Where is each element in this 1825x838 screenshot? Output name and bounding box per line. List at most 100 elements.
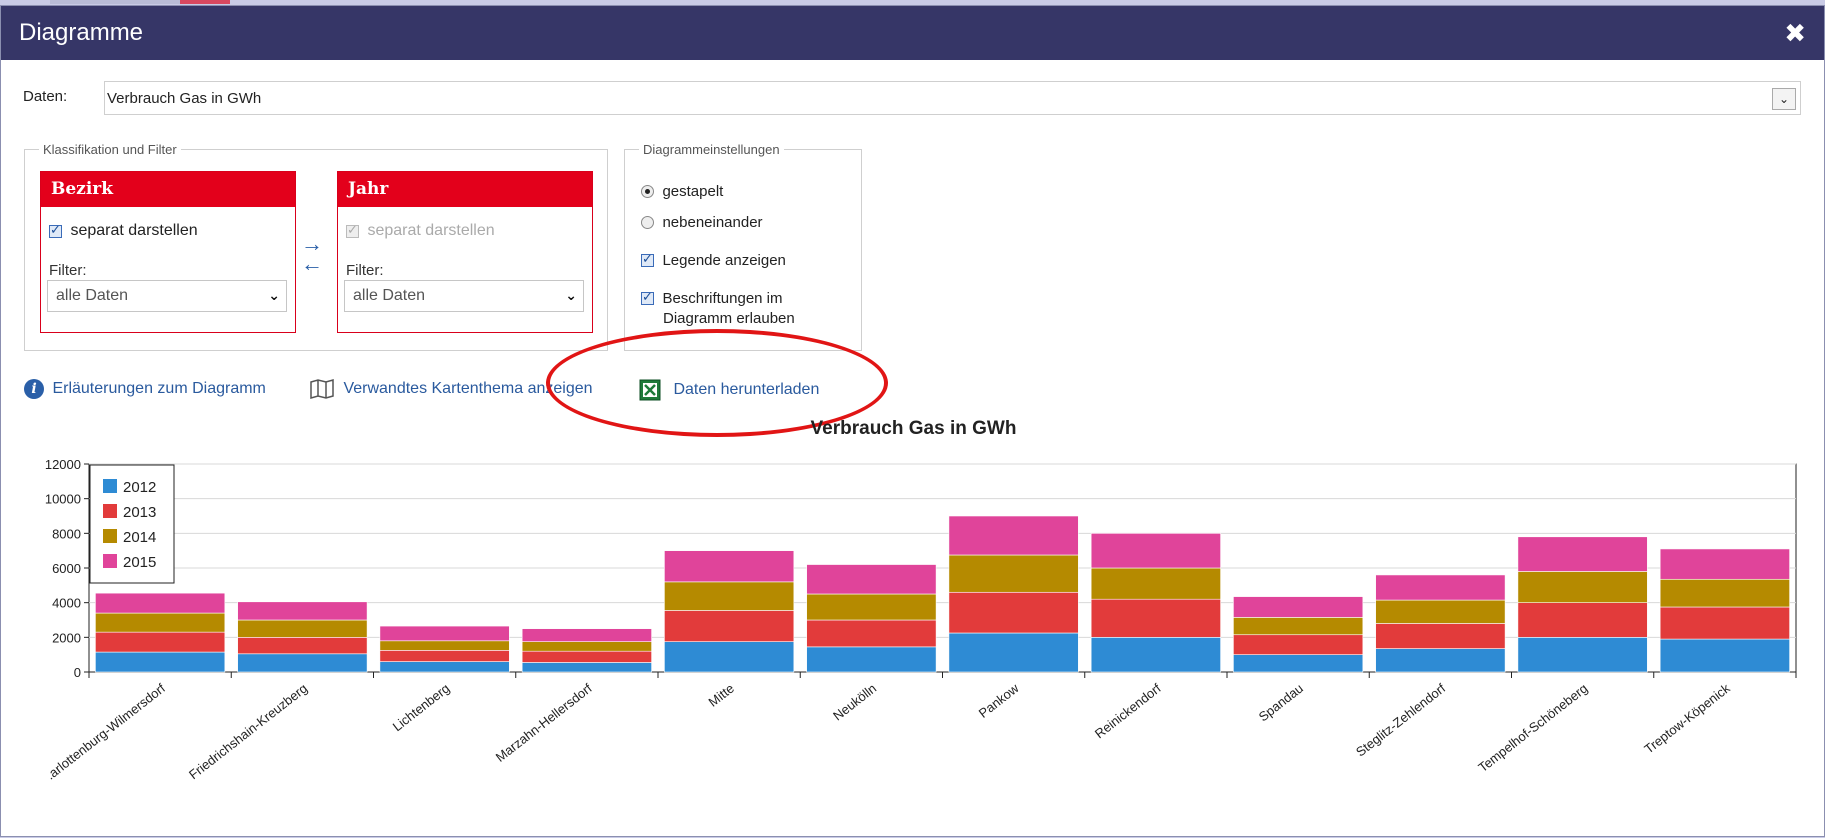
jahr-filter-select[interactable]: alle Daten ⌄: [344, 280, 584, 312]
jahr-filter-value: alle Daten: [353, 287, 426, 304]
bar-segment-2014: [1233, 617, 1364, 636]
bezirk-separat-label: separat darstellen: [70, 222, 198, 239]
bezirk-filter-value: alle Daten: [56, 287, 129, 304]
map-icon: [310, 379, 334, 399]
bar-segment-2012: [1517, 637, 1648, 673]
bar-segment-2015: [806, 564, 937, 595]
bar-segment-2014: [1517, 571, 1648, 603]
bar-segment-2015: [237, 601, 368, 621]
beschriftungen-checkbox[interactable]: [641, 289, 654, 306]
bar-segment-2012: [948, 632, 1079, 673]
jahr-separat-label: separat darstellen: [367, 222, 495, 239]
x-tick-label: Mitte: [706, 681, 737, 710]
bar-segment-2014: [664, 581, 795, 611]
option-beschriftungen[interactable]: Beschriftungen im: [641, 289, 783, 308]
legend-swatch-2012: [103, 479, 117, 493]
bar-segment-2013: [379, 650, 510, 662]
bar-segment-2015: [1659, 548, 1790, 580]
dialog-title: Diagramme: [19, 19, 144, 46]
bar-segment-2012: [664, 641, 795, 673]
x-tick-label: Treptow-Köpenick: [1641, 680, 1733, 756]
daten-value: Verbrauch Gas in GWh: [107, 90, 262, 107]
bar-segment-2013: [1090, 598, 1221, 638]
gestapelt-radio[interactable]: [641, 185, 654, 199]
bar-segment-2015: [1233, 596, 1364, 618]
legende-label: Legende anzeigen: [662, 252, 786, 270]
y-tick-label: 2000: [52, 630, 81, 645]
bar-segment-2012: [1375, 648, 1506, 673]
bar-segment-2014: [806, 593, 937, 621]
legend-box: [89, 464, 175, 584]
diagrammeinstellungen-legend: Diagrammeinstellungen: [643, 142, 780, 157]
y-tick-label: 4000: [52, 596, 81, 611]
jahr-panel: Jahr separat darstellen Filter: alle Dat…: [337, 171, 593, 333]
y-tick-label: 10000: [45, 492, 81, 507]
x-tick-label: Marzahn-Hellersdorf: [493, 680, 595, 765]
bar-segment-2012: [1090, 637, 1221, 673]
x-tick-label: Neukölln: [830, 681, 879, 724]
bar-segment-2014: [1659, 578, 1790, 608]
bar-segment-2013: [1517, 602, 1648, 638]
bezirk-separat-checkbox[interactable]: [49, 222, 62, 238]
y-tick-label: 8000: [52, 526, 81, 541]
bar-segment-2015: [521, 628, 652, 642]
x-tick-label: Steglitz-Zehlendorf: [1353, 680, 1449, 759]
close-icon[interactable]: ✖: [1784, 18, 1806, 49]
x-tick-label: Reinickendorf: [1092, 680, 1164, 741]
bar-segment-2015: [1517, 536, 1648, 572]
diagram-dialog: Diagramme ✖ Daten: Verbrauch Gas in GWh …: [0, 5, 1825, 837]
legend-label-2013: 2013: [123, 504, 156, 521]
legend-swatch-2015: [103, 554, 117, 568]
bar-segment-2014: [237, 619, 368, 638]
chart-title: Verbrauch Gas in GWh: [810, 418, 1017, 439]
info-icon: i: [24, 379, 44, 399]
chevron-down-icon: ⌄: [268, 287, 280, 303]
x-tick-label: Spandau: [1256, 681, 1306, 725]
swap-arrows-icon[interactable]: → ←: [301, 233, 323, 275]
link-erlaeuterungen[interactable]: i Erläuterungen zum Diagramm: [24, 379, 266, 399]
bar-segment-2013: [1233, 634, 1364, 655]
legend-label-2012: 2012: [123, 479, 156, 496]
nebeneinander-radio[interactable]: [641, 216, 654, 230]
chevron-down-icon[interactable]: ⌄: [1772, 88, 1796, 110]
option-legende[interactable]: Legende anzeigen: [641, 251, 786, 270]
option-nebeneinander[interactable]: nebeneinander: [641, 214, 763, 232]
bar-segment-2013: [521, 650, 652, 663]
bar-segment-2015: [95, 592, 226, 614]
bar-segment-2015: [1375, 574, 1506, 601]
bar-segment-2015: [664, 550, 795, 583]
nebeneinander-label: nebeneinander: [662, 214, 763, 232]
legend-swatch-2013: [103, 504, 117, 518]
erlaeuterungen-label: Erläuterungen zum Diagramm: [52, 380, 266, 397]
option-gestapelt[interactable]: gestapelt: [641, 183, 723, 201]
bar-segment-2015: [379, 625, 510, 642]
gestapelt-label: gestapelt: [662, 183, 724, 201]
bar-segment-2014: [1090, 567, 1221, 600]
bar-segment-2014: [1375, 599, 1506, 624]
bar-segment-2012: [237, 653, 368, 673]
plot-area: [88, 463, 1797, 673]
bar-segment-2012: [806, 646, 937, 673]
bar-segment-2013: [664, 610, 795, 642]
legend-swatch-2014: [103, 529, 117, 543]
beschriftungen-label-line2: Diagramm erlauben: [663, 310, 795, 327]
bar-segment-2013: [1659, 606, 1790, 640]
daten-label: Daten:: [23, 88, 68, 105]
bezirk-header: Bezirk: [41, 172, 295, 207]
x-tick-label: Lichtenberg: [390, 681, 453, 735]
x-tick-label: Pankow: [976, 680, 1022, 721]
bar-segment-2012: [95, 651, 226, 673]
jahr-separat-checkbox[interactable]: [346, 222, 359, 238]
legende-checkbox[interactable]: [641, 251, 654, 268]
bar-segment-2013: [806, 619, 937, 648]
bar-segment-2014: [95, 612, 226, 633]
y-tick-label: 0: [74, 665, 81, 680]
bar-segment-2014: [948, 554, 1079, 593]
jahr-filter-label: Filter:: [346, 262, 384, 279]
bezirk-filter-select[interactable]: alle Daten ⌄: [47, 280, 287, 312]
x-tick-label: Friedrichshain-Kreuzberg: [186, 681, 310, 783]
bar-segment-2012: [1659, 638, 1790, 673]
bar-segment-2014: [379, 640, 510, 651]
legend-label-2015: 2015: [123, 554, 156, 571]
daten-select[interactable]: Verbrauch Gas in GWh ⌄: [104, 81, 1801, 115]
